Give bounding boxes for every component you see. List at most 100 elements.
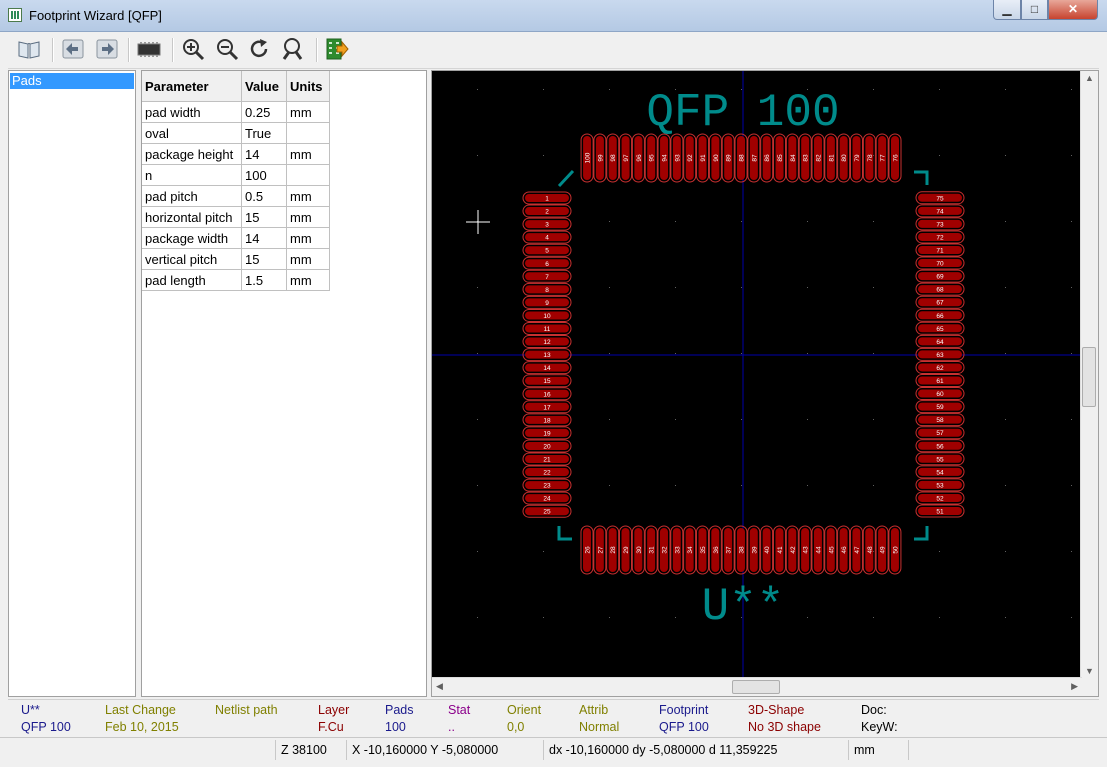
param-units-cell[interactable] xyxy=(286,164,330,186)
pad-number: 31 xyxy=(649,546,656,554)
pad-number: 58 xyxy=(936,417,944,424)
scroll-left-arrow[interactable]: ◀ xyxy=(436,681,443,692)
pad-number: 10 xyxy=(543,313,551,320)
toolbar xyxy=(8,32,1099,69)
param-units-cell[interactable]: mm xyxy=(286,248,330,270)
pad-number: 26 xyxy=(585,546,592,554)
pad-number: 41 xyxy=(777,546,784,554)
grid-dot xyxy=(939,617,940,618)
pad-number: 80 xyxy=(841,154,848,162)
param-parameter-cell[interactable]: pad pitch xyxy=(142,185,242,207)
param-value-cell[interactable]: 0.5 xyxy=(241,185,287,207)
previous-arrow-icon xyxy=(62,39,84,59)
previous-page-button[interactable] xyxy=(60,36,86,62)
pad-number: 16 xyxy=(543,391,551,398)
param-value-cell[interactable]: 14 xyxy=(241,143,287,165)
param-units-cell[interactable]: mm xyxy=(286,227,330,249)
param-value-cell[interactable]: 100 xyxy=(241,164,287,186)
redraw-button[interactable] xyxy=(247,36,273,62)
param-parameter-cell[interactable]: n xyxy=(142,164,242,186)
param-value-cell[interactable]: 0.25 xyxy=(241,101,287,123)
horizontal-scroll-thumb[interactable] xyxy=(732,680,780,694)
vertical-scroll-thumb[interactable] xyxy=(1082,347,1096,407)
pad-number: 62 xyxy=(936,365,944,372)
param-parameter-cell[interactable]: oval xyxy=(142,122,242,144)
show-footprint-button[interactable] xyxy=(136,36,162,62)
message-panel: U** QFP 100 Last Change Feb 10, 2015 Netlist… xyxy=(8,699,1099,736)
pad-number: 19 xyxy=(543,430,551,437)
column-header-value[interactable]: Value xyxy=(241,71,287,102)
param-parameter-cell[interactable]: horizontal pitch xyxy=(142,206,242,228)
grid-dot xyxy=(609,287,610,288)
pad-number: 54 xyxy=(936,469,944,476)
message-value: QFP 100 xyxy=(21,720,71,734)
grid-dot xyxy=(873,287,874,288)
pad-number: 50 xyxy=(892,546,899,554)
param-value-cell[interactable]: 1.5 xyxy=(241,269,287,291)
footprint-canvas[interactable]: 1234567891011121314151617181920212223242… xyxy=(432,71,1082,678)
maximize-button[interactable]: □ xyxy=(1021,0,1048,20)
zoom-in-button[interactable] xyxy=(180,36,206,62)
app-icon xyxy=(8,8,22,22)
param-value-cell[interactable]: 15 xyxy=(241,206,287,228)
pad-number: 44 xyxy=(815,546,822,554)
pad-number: 69 xyxy=(936,274,944,281)
param-units-cell[interactable]: mm xyxy=(286,143,330,165)
grid-dot xyxy=(675,617,676,618)
pad-number: 76 xyxy=(893,154,900,162)
pad-number: 53 xyxy=(936,482,944,489)
grid-dot xyxy=(1071,485,1072,486)
scroll-right-arrow[interactable]: ▶ xyxy=(1071,681,1078,692)
column-header-units[interactable]: Units xyxy=(286,71,330,102)
param-units-cell[interactable] xyxy=(286,122,330,144)
param-parameter-cell[interactable]: pad width xyxy=(142,101,242,123)
grid-dot xyxy=(1071,155,1072,156)
param-units-cell[interactable]: mm xyxy=(286,101,330,123)
message-label: Doc: xyxy=(861,703,887,717)
pad-number: 75 xyxy=(936,195,944,202)
message-value: Normal xyxy=(579,720,620,734)
message-value: KeyW: xyxy=(861,720,898,734)
status-zoom: Z 38100 xyxy=(275,740,346,760)
param-units-cell[interactable]: mm xyxy=(286,269,330,291)
param-units-cell[interactable]: mm xyxy=(286,206,330,228)
column-header-parameter[interactable]: Parameter xyxy=(142,71,242,102)
param-parameter-cell[interactable]: vertical pitch xyxy=(142,248,242,270)
grid-dot xyxy=(873,617,874,618)
vertical-scrollbar[interactable]: ▲ ▼ xyxy=(1080,71,1098,678)
pad-number: 70 xyxy=(936,261,944,268)
zoom-fit-button[interactable] xyxy=(280,36,306,62)
pad-number: 36 xyxy=(713,546,720,554)
scroll-up-arrow[interactable]: ▲ xyxy=(1085,73,1094,83)
pad-number: 17 xyxy=(543,404,551,411)
pages-item-pads[interactable]: Pads xyxy=(10,73,134,89)
table-row: pad pitch 0.5 mm xyxy=(142,185,330,207)
pad-number: 6 xyxy=(545,261,549,268)
grid-dot xyxy=(609,221,610,222)
param-parameter-cell[interactable]: package width xyxy=(142,227,242,249)
param-parameter-cell[interactable]: package height xyxy=(142,143,242,165)
horizontal-scrollbar[interactable]: ◀ ▶ xyxy=(432,677,1082,696)
minimize-button[interactable]: ▁ xyxy=(993,0,1021,20)
export-to-editor-button[interactable] xyxy=(324,36,350,62)
scroll-down-arrow[interactable]: ▼ xyxy=(1085,666,1094,676)
pad-number: 49 xyxy=(880,546,887,554)
pad-number: 39 xyxy=(751,546,758,554)
param-value-cell[interactable]: 14 xyxy=(241,227,287,249)
pad-number: 72 xyxy=(936,234,944,241)
select-footprint-wizard-button[interactable] xyxy=(16,36,42,62)
param-units-cell[interactable]: mm xyxy=(286,185,330,207)
param-value-cell[interactable]: 15 xyxy=(241,248,287,270)
pad-number: 37 xyxy=(726,546,733,554)
param-parameter-cell[interactable]: pad length xyxy=(142,269,242,291)
pad-number: 14 xyxy=(543,365,551,372)
window-title: Footprint Wizard [QFP] xyxy=(29,8,162,23)
footprint-value-text: QFP 100 xyxy=(646,87,839,139)
footprint-chip-icon xyxy=(137,42,161,57)
next-page-button[interactable] xyxy=(94,36,120,62)
pad-number: 95 xyxy=(649,154,656,162)
param-value-cell[interactable]: True xyxy=(241,122,287,144)
zoom-out-button[interactable] xyxy=(214,36,240,62)
close-button[interactable]: ✕ xyxy=(1048,0,1098,20)
message-label: Pads xyxy=(385,703,414,717)
